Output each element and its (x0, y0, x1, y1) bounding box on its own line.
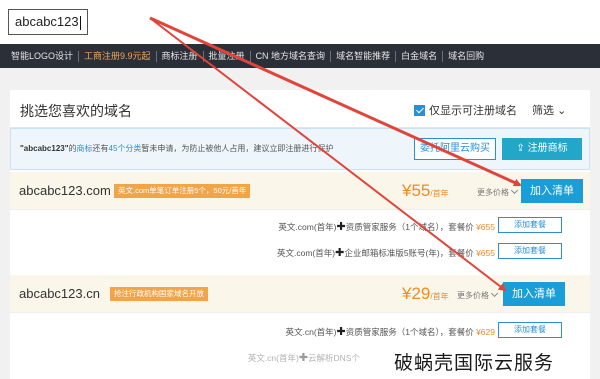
only-available-label: 仅显示可注册域名 (429, 105, 517, 117)
bundle-price: ¥655 (476, 222, 495, 232)
trademark-notice: "abcabc123"的商标还有45个分类暂未申请，为防止被他人占用，建议立即注… (10, 128, 590, 170)
nav-item-domain-buyback[interactable]: 域名回购 (443, 51, 489, 62)
only-available-toggle[interactable]: 仅显示可注册域名 (414, 102, 517, 118)
filter-dropdown[interactable]: 筛选 ⌄ (532, 102, 566, 118)
more-prices-label: 更多价格 (457, 291, 489, 300)
domain-search-input[interactable]: abcabc123 (8, 9, 88, 35)
domain-name: abcabc123.cn (19, 286, 100, 301)
domain-row-cn: abcabc123.cn 抢注行政机构国家域名开放 ¥29/首年 更多价格 加入… (10, 275, 590, 313)
panel-header: 挑选您喜欢的域名 仅显示可注册域名 筛选 ⌄ (10, 90, 590, 128)
notice-part3: 暂未申请，为防止被他人占用，建议立即注册进行保护 (141, 144, 334, 153)
more-prices-toggle[interactable]: 更多价格 (477, 186, 519, 198)
bundle-service: 云解析DNS个 (308, 353, 360, 363)
notice-trademark-link[interactable]: 商标 (77, 144, 93, 153)
text-caret (79, 15, 81, 30)
plus-icon: ✚ (335, 247, 345, 259)
more-prices-label: 更多价格 (477, 188, 509, 197)
bundle-text: 英文.com(首年)✚企业邮箱标准版5账号(年)，套餐价 ¥655 (277, 246, 495, 259)
bundle-row: 英文.com(首年)✚企业邮箱标准版5账号(年)，套餐价 ¥655 添加套餐 (10, 240, 590, 262)
plus-icon: ✚ (298, 352, 309, 364)
service-nav-bar: 智能LOGO设计 工商注册9.9元起 商标注册 批量注册 CN 地方域名查询 域… (0, 44, 600, 68)
watermark-text: 破蜗壳国际云服务 (392, 348, 557, 375)
nav-item-smart-recommend[interactable]: 域名智能推荐 (331, 50, 397, 62)
promo-badge: 抢注行政机构国家域名开放 (110, 287, 208, 301)
bundle-service: 资质管家服务（1个域名），套餐价 (345, 222, 474, 232)
price-value: ¥55 (402, 181, 431, 200)
nav-item-trademark[interactable]: 商标注册 (157, 50, 204, 62)
nav-item-platinum-domain[interactable]: 白金域名 (396, 50, 444, 62)
checkbox-checked-icon[interactable] (414, 104, 425, 116)
add-bundle-button[interactable]: 添加套餐 (498, 243, 562, 259)
bundle-row: 英文.com(首年)✚资质管家服务（1个域名），套餐价 ¥655 添加套餐 (10, 214, 590, 236)
plus-icon: ✚ (336, 221, 346, 233)
nav-item-business-registration[interactable]: 工商注册9.9元起 (79, 50, 157, 62)
chevron-down-icon (510, 186, 519, 195)
bundle-domain: 英文.cn(首年) (285, 327, 337, 337)
nav-item-logo-design[interactable]: 智能LOGO设计 (6, 50, 80, 62)
nav-item-cn-local-domain[interactable]: CN 地方域名查询 (251, 50, 332, 62)
notice-part2: 还有 (92, 144, 109, 153)
delegate-purchase-button[interactable]: 委托阿里云购买 (414, 138, 496, 160)
notice-classes-link[interactable]: 45个分类 (109, 144, 142, 153)
domain-name: abcabc123.com (19, 183, 111, 198)
chevron-down-icon (490, 289, 499, 298)
bundle-price: ¥655 (476, 248, 495, 258)
nav-item-bulk-register[interactable]: 批量注册 (204, 50, 251, 62)
top-search-bar: abcabc123 (0, 0, 600, 44)
domain-results-panel: 挑选您喜欢的域名 仅显示可注册域名 筛选 ⌄ "abcabc123"的商标还有4… (10, 90, 590, 379)
price-unit: /首年 (430, 189, 449, 198)
add-to-list-button[interactable]: 加入清单 (521, 179, 583, 203)
add-to-list-button[interactable]: 加入清单 (503, 282, 565, 306)
domain-row-com: abcabc123.com 英文.com单笔订单注册5个，50元/首年 ¥55/… (10, 172, 590, 210)
notice-domain: "abcabc123" (20, 144, 69, 153)
price: ¥55/首年 (402, 181, 449, 201)
register-trademark-button[interactable]: ⇪ 注册商标 (502, 138, 582, 160)
bundle-domain: 英文.com(首年) (277, 248, 336, 258)
search-input-value: abcabc123 (15, 14, 79, 29)
bundle-price: ¥629 (476, 327, 495, 337)
bundle-text: 英文.cn(首年)✚资质管家服务（1个域名），套餐价 ¥629 (285, 325, 495, 338)
plus-icon: ✚ (336, 326, 346, 338)
bundle-text: 英文.cn(首年)✚云解析DNS个 (248, 351, 360, 364)
panel-title: 挑选您喜欢的域名 (20, 103, 132, 119)
bundle-text: 英文.com(首年)✚资质管家服务（1个域名），套餐价 ¥655 (278, 220, 495, 233)
more-prices-toggle[interactable]: 更多价格 (457, 289, 499, 301)
promo-badge: 英文.com单笔订单注册5个，50元/首年 (114, 184, 251, 198)
chevron-down-icon: ⌄ (557, 105, 567, 117)
price-unit: /首年 (430, 292, 449, 301)
notice-part1: 的 (68, 144, 77, 153)
bundle-domain: 英文.com(首年) (278, 222, 337, 232)
price: ¥29/首年 (402, 284, 449, 304)
bundle-domain: 英文.cn(首年) (247, 353, 299, 363)
add-bundle-button[interactable]: 添加套餐 (498, 217, 562, 233)
price-value: ¥29 (402, 284, 431, 303)
add-bundle-button[interactable]: 添加套餐 (498, 322, 562, 338)
bundle-service: 企业邮箱标准版5账号(年)，套餐价 (344, 248, 474, 258)
bundle-row: 英文.cn(首年)✚资质管家服务（1个域名），套餐价 ¥629 添加套餐 (10, 319, 590, 341)
register-trademark-label: 注册商标 (527, 143, 568, 154)
filter-label: 筛选 (532, 105, 554, 117)
bundle-service: 资质管家服务（1个域名），套餐价 (345, 327, 474, 337)
notice-text: "abcabc123"的商标还有45个分类暂未申请，为防止被他人占用，建议立即注… (20, 143, 333, 154)
